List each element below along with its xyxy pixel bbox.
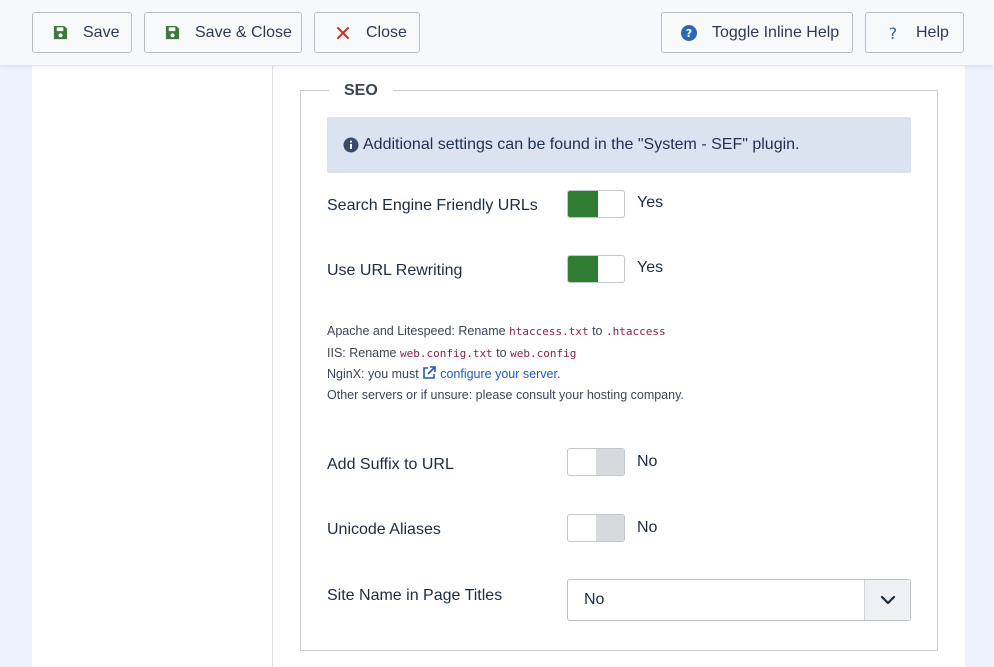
url-rewriting-description: Apache and Litespeed: Rename htaccess.tx… bbox=[327, 321, 684, 405]
filename-code: .htaccess bbox=[605, 325, 666, 338]
note-line-other: Other servers or if unsure: please consu… bbox=[327, 387, 684, 402]
note-text: to bbox=[592, 324, 603, 338]
close-button[interactable]: Close bbox=[314, 12, 420, 53]
note-text: IIS: Rename bbox=[327, 345, 397, 360]
question-mark-icon: ? bbox=[884, 24, 902, 42]
note-text: to bbox=[496, 345, 507, 360]
add-suffix-state: No bbox=[637, 453, 658, 470]
configure-server-link-text: configure your server bbox=[440, 367, 557, 381]
filename-code: web.config.txt bbox=[399, 346, 493, 360]
add-suffix-label: Add Suffix to URL bbox=[327, 456, 454, 473]
configure-server-link[interactable]: configure your server bbox=[422, 366, 557, 381]
main-panel: SEO Additional settings can be found in … bbox=[32, 66, 965, 667]
site-name-titles-value: No bbox=[584, 591, 605, 608]
seo-legend: SEO bbox=[329, 81, 393, 101]
help-button[interactable]: ? Help bbox=[865, 12, 964, 53]
switch-fill bbox=[568, 256, 598, 282]
save-button-label: Save bbox=[83, 23, 120, 41]
url-rewriting-switch[interactable] bbox=[567, 255, 625, 283]
site-name-titles-label: Site Name in Page Titles bbox=[327, 587, 503, 604]
url-rewriting-label: Use URL Rewriting bbox=[327, 262, 463, 279]
switch-fill bbox=[596, 449, 624, 475]
note-line-nginx: NginX: you must configure your server. bbox=[327, 364, 684, 385]
note-text: Apache and Litespeed: Rename bbox=[327, 324, 506, 338]
seo-fieldset: SEO Additional settings can be found in … bbox=[300, 81, 938, 651]
note-line-apache: Apache and Litespeed: Rename htaccess.tx… bbox=[327, 321, 684, 343]
note-text: NginX: you must bbox=[327, 367, 419, 381]
external-link-icon bbox=[422, 366, 437, 380]
close-button-label: Close bbox=[366, 23, 407, 41]
svg-text:?: ? bbox=[686, 27, 692, 40]
close-icon bbox=[334, 24, 352, 42]
unicode-aliases-label: Unicode Aliases bbox=[327, 521, 441, 538]
unicode-aliases-state: No bbox=[637, 519, 658, 536]
info-alert-text: Additional settings can be found in the … bbox=[363, 136, 800, 153]
switch-fill bbox=[568, 191, 598, 217]
help-button-label: Help bbox=[916, 23, 949, 41]
toggle-inline-help-button[interactable]: ? Toggle Inline Help bbox=[661, 12, 853, 53]
sef-urls-switch[interactable] bbox=[567, 190, 625, 218]
add-suffix-switch[interactable] bbox=[567, 448, 625, 476]
switch-fill bbox=[596, 515, 624, 541]
chevron-down-icon bbox=[864, 580, 910, 620]
info-circle-icon bbox=[343, 137, 359, 153]
floppy-disk-icon bbox=[163, 24, 181, 42]
save-and-close-button[interactable]: Save & Close bbox=[144, 12, 302, 53]
sef-urls-label: Search Engine Friendly URLs bbox=[327, 197, 538, 214]
unicode-aliases-switch[interactable] bbox=[567, 514, 625, 542]
sef-urls-state: Yes bbox=[637, 194, 664, 211]
floppy-disk-icon bbox=[51, 24, 69, 42]
note-text: . bbox=[556, 367, 561, 381]
filename-code: htaccess.txt bbox=[509, 325, 589, 338]
toggle-inline-help-label: Toggle Inline Help bbox=[712, 23, 840, 41]
note-line-iis: IIS: Rename web.config.txt to web.config bbox=[327, 343, 684, 365]
info-alert: Additional settings can be found in the … bbox=[327, 117, 911, 173]
save-button[interactable]: Save bbox=[32, 12, 132, 53]
save-and-close-button-label: Save & Close bbox=[195, 23, 292, 41]
question-circle-icon: ? bbox=[680, 24, 698, 42]
svg-text:?: ? bbox=[889, 25, 898, 41]
toolbar: Save Save & Close Close ? Toggle Inline … bbox=[0, 0, 994, 66]
site-name-titles-select[interactable]: No bbox=[567, 579, 911, 621]
filename-code: web.config bbox=[510, 346, 577, 360]
sidebar-divider bbox=[272, 66, 273, 667]
url-rewriting-state: Yes bbox=[637, 259, 664, 276]
